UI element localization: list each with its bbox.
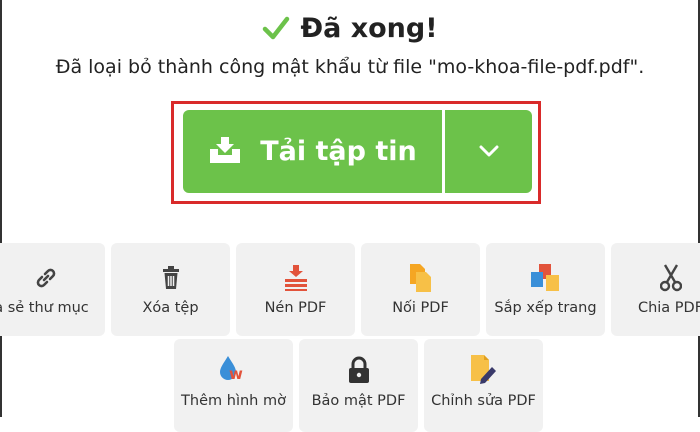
download-tray-icon <box>208 135 242 169</box>
watermark-icon: w <box>174 355 293 385</box>
tool-merge-pdf[interactable]: Nối PDF <box>361 243 480 336</box>
scissors-icon <box>611 263 700 293</box>
svg-text:w: w <box>229 365 243 383</box>
tool-label: Chỉnh sửa PDF <box>431 393 536 409</box>
tool-share-folder[interactable]: hia sẻ thư mục <box>0 243 105 336</box>
tool-label: Bảo mật PDF <box>311 393 406 409</box>
download-button-label: Tải tập tin <box>260 136 417 167</box>
tool-label: Sắp xếp trang <box>494 300 597 316</box>
download-button[interactable]: Tải tập tin <box>183 110 442 193</box>
success-message: Đã loại bỏ thành công mật khẩu từ file "… <box>55 56 645 78</box>
chevron-down-icon <box>479 142 499 161</box>
link-icon <box>0 263 105 293</box>
lock-icon <box>299 355 418 385</box>
tool-label: hia sẻ thư mục <box>0 300 89 316</box>
tool-split-pdf[interactable]: Chia PDF <box>611 243 700 336</box>
page-title: Đã xong! <box>300 12 438 44</box>
merge-files-icon <box>361 263 480 293</box>
tool-label: Thêm hình mờ <box>181 393 286 409</box>
download-options-dropdown[interactable] <box>445 110 532 193</box>
tool-protect-pdf[interactable]: Bảo mật PDF <box>299 339 418 432</box>
tool-add-watermark[interactable]: w Thêm hình mờ <box>174 339 293 432</box>
tool-label: Xóa tệp <box>142 300 199 316</box>
edit-file-icon <box>424 355 543 385</box>
tool-label: Nối PDF <box>392 300 449 316</box>
tool-arrange-pages[interactable]: Sắp xếp trang <box>486 243 605 336</box>
tool-label: Chia PDF <box>637 300 700 316</box>
tool-label: Nén PDF <box>264 300 327 316</box>
result-header: Đã xong! <box>0 8 700 48</box>
tool-edit-pdf[interactable]: Chỉnh sửa PDF <box>424 339 543 432</box>
trash-icon <box>111 263 230 293</box>
compress-icon <box>236 263 355 293</box>
tool-compress-pdf[interactable]: Nén PDF <box>236 243 355 336</box>
tool-delete-file[interactable]: Xóa tệp <box>111 243 230 336</box>
arrange-pages-icon <box>486 263 605 293</box>
checkmark-icon <box>262 15 290 41</box>
